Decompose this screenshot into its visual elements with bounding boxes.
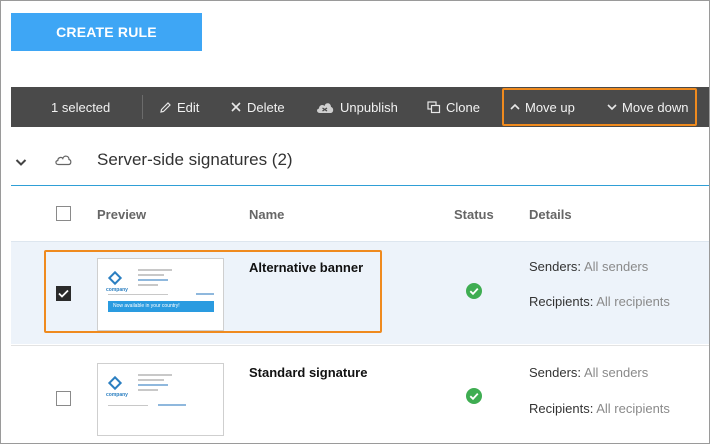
cloud-icon — [317, 103, 334, 113]
column-header-name: Name — [249, 207, 285, 222]
recipients-detail: Recipients: All recipients — [529, 401, 670, 416]
signature-preview-thumbnail[interactable]: company — [97, 363, 224, 436]
group-title: Server-side signatures (2) — [97, 150, 293, 169]
move-down-button[interactable]: Move down — [607, 87, 688, 127]
preview-social-icons — [196, 293, 214, 295]
preview-banner: Now available in your country! — [108, 301, 214, 312]
senders-value: All senders — [583, 259, 649, 274]
delete-label: Delete — [247, 99, 285, 115]
preview-line — [138, 269, 172, 271]
column-header-preview: Preview — [97, 207, 147, 222]
company-logo-icon — [107, 270, 123, 286]
preview-banner-text: Now available in your country! — [113, 303, 180, 309]
senders-detail: Senders: All senders — [529, 365, 648, 380]
recipients-label: Recipients: — [529, 294, 594, 309]
unpublish-button[interactable]: Unpublish — [315, 87, 398, 127]
column-header-status: Status — [454, 207, 494, 222]
preview-brand: company — [106, 287, 128, 293]
preview-brand: company — [106, 392, 128, 398]
selected-count-label: 1 selected — [51, 99, 111, 115]
unpublish-label: Unpublish — [340, 99, 398, 115]
recipients-label: Recipients: — [529, 401, 594, 416]
close-icon — [231, 102, 241, 112]
recipients-value: All recipients — [596, 401, 670, 416]
preview-social-icons — [158, 404, 186, 406]
move-up-button[interactable]: Move up — [510, 87, 575, 127]
select-all-checkbox[interactable] — [56, 206, 71, 221]
table-header: Preview Name Status Details — [11, 197, 709, 231]
edit-button[interactable]: Edit — [159, 87, 199, 127]
senders-value: All senders — [583, 365, 649, 380]
chevron-down-icon — [607, 104, 617, 111]
checkmark-icon — [58, 289, 69, 298]
company-logo-icon — [107, 375, 123, 391]
preview-line — [138, 274, 164, 276]
signature-group-header: Server-side signatures (2) — [11, 141, 709, 185]
column-header-details: Details — [529, 207, 572, 222]
cloud-icon — [54, 153, 72, 171]
preview-line — [108, 405, 148, 406]
toolbar-divider — [142, 95, 143, 119]
preview-line — [138, 389, 158, 391]
group-divider — [11, 185, 709, 186]
recipients-detail: Recipients: All recipients — [529, 294, 670, 309]
signature-preview-thumbnail[interactable]: company Now available in your country! — [97, 258, 224, 331]
create-rule-button[interactable]: CREATE RULE — [11, 13, 202, 51]
row-checkbox[interactable] — [56, 286, 71, 301]
pencil-icon — [160, 101, 171, 113]
move-up-label: Move up — [525, 99, 575, 115]
table-row[interactable]: company Standard signature Senders: All … — [11, 345, 709, 443]
row-checkbox[interactable] — [56, 391, 71, 406]
preview-line — [138, 284, 158, 286]
selected-count: 1 selected — [51, 87, 110, 127]
edit-label: Edit — [177, 99, 200, 115]
clone-icon — [427, 100, 441, 113]
senders-label: Senders: — [529, 259, 582, 274]
row-name[interactable]: Alternative banner — [249, 260, 363, 275]
senders-detail: Senders: All senders — [529, 259, 648, 274]
delete-button[interactable]: Delete — [230, 87, 285, 127]
recipients-value: All recipients — [596, 294, 670, 309]
status-ok-icon — [466, 283, 482, 304]
preview-line — [138, 374, 172, 376]
senders-label: Senders: — [529, 365, 582, 380]
table-row[interactable]: company Now available in your country! A… — [11, 241, 709, 344]
row-name[interactable]: Standard signature — [249, 365, 367, 380]
preview-line — [138, 279, 168, 281]
preview-line — [138, 379, 164, 381]
clone-button[interactable]: Clone — [427, 87, 480, 127]
clone-label: Clone — [446, 99, 480, 115]
status-ok-icon — [466, 388, 482, 409]
preview-line — [108, 294, 168, 295]
move-down-label: Move down — [622, 99, 689, 115]
app-frame: CREATE RULE 1 selected Edit Delete Unpub… — [0, 0, 710, 444]
chevron-up-icon — [510, 103, 520, 110]
selection-toolbar: 1 selected Edit Delete Unpublish Clone M… — [11, 87, 709, 127]
preview-line — [138, 384, 168, 386]
chevron-down-icon[interactable] — [15, 154, 27, 172]
